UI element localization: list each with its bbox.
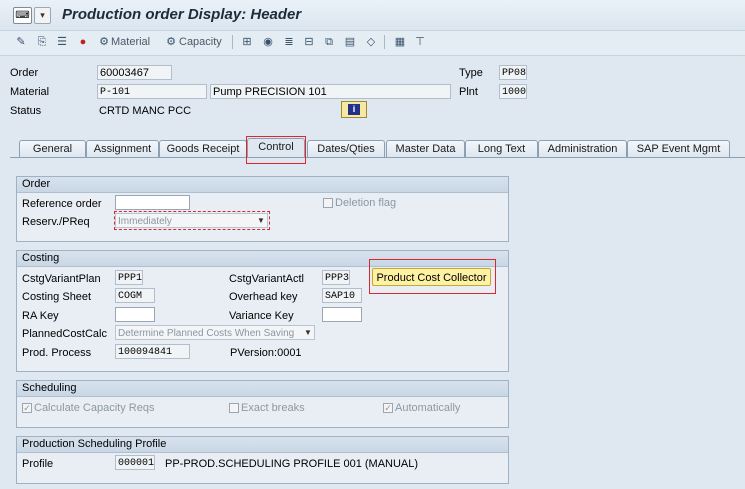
status-value: CRTD MANC PCC <box>99 105 192 117</box>
toolbar-separator <box>232 35 233 49</box>
exact-breaks-label: Exact breaks <box>241 402 305 414</box>
tab-master-data[interactable]: Master Data <box>386 140 465 157</box>
cstg-variant-actl-label: CstgVariantActl <box>229 273 304 285</box>
ra-key-label: RA Key <box>22 310 59 322</box>
automatically-checkbox[interactable]: ✓ <box>383 403 393 413</box>
plant-field[interactable]: 1000 <box>499 84 527 99</box>
materials-icon[interactable]: ⚙ <box>97 35 111 49</box>
type-field[interactable]: PP08 <box>499 65 527 80</box>
type-label: Type <box>459 67 483 79</box>
deletion-flag-checkbox[interactable] <box>323 198 333 208</box>
tab-general[interactable]: General <box>19 140 86 157</box>
scheduling-profile-group-title: Production Scheduling Profile <box>17 437 508 453</box>
planned-cost-calc-label: PlannedCostCalc <box>22 328 107 340</box>
capacity-icon[interactable]: ⚙ <box>164 35 178 49</box>
structure-icon[interactable]: ⊟ <box>302 35 316 49</box>
tab-long-text[interactable]: Long Text <box>465 140 538 157</box>
tab-dates-qties[interactable]: Dates/Qties <box>307 140 385 157</box>
scheduling-group-title: Scheduling <box>17 381 508 397</box>
cstg-variant-plan-label: CstgVariantPlan <box>22 273 101 285</box>
sap-logo-icon[interactable]: ⌨ <box>13 7 32 24</box>
status-info-button[interactable]: i <box>341 101 367 118</box>
capacity-button[interactable]: Capacity <box>179 34 222 50</box>
copy-doc-icon[interactable]: ⧉ <box>322 35 336 49</box>
costing-sheet-label: Costing Sheet <box>22 291 92 303</box>
ra-key-input[interactable] <box>115 307 155 322</box>
overhead-key-field[interactable]: SAP10 <box>322 288 362 303</box>
plant-label: Plnt <box>459 86 478 98</box>
control-tab-highlight <box>246 136 306 164</box>
variance-key-input[interactable] <box>322 307 362 322</box>
reference-order-input[interactable] <box>115 195 190 210</box>
planned-cost-calc-dropdown[interactable]: Determine Planned Costs When Saving <box>115 325 315 340</box>
profile-field[interactable]: 000001 <box>115 455 155 470</box>
tab-goods-receipt[interactable]: Goods Receipt <box>159 140 247 157</box>
profile-label: Profile <box>22 458 54 470</box>
cstg-variant-actl-field[interactable]: PPP3 <box>322 270 350 285</box>
pversion-label: PVersion:0001 <box>230 347 302 359</box>
pcc-highlight <box>369 259 496 294</box>
variance-key-label: Variance Key <box>229 310 294 322</box>
page-title: Production order Display: Header <box>62 6 302 23</box>
automatically-label: Automatically <box>395 402 461 414</box>
profile-description: PP-PROD.SCHEDULING PROFILE 001 (MANUAL) <box>165 458 419 470</box>
order-label: Order <box>10 67 39 79</box>
edit-icon[interactable]: ✎ <box>14 35 28 49</box>
document-icon[interactable]: ▤ <box>343 35 357 49</box>
menu-icon[interactable]: ▾ <box>34 7 51 24</box>
tree-icon[interactable]: ⊤ <box>413 35 427 49</box>
material-description-field[interactable]: Pump PRECISION 101 <box>210 84 451 99</box>
cube-icon[interactable]: ◇ <box>364 35 378 49</box>
list-icon[interactable]: ☰ <box>55 35 69 49</box>
overhead-key-label: Overhead key <box>229 291 298 303</box>
material-field[interactable]: P-101 <box>97 84 207 99</box>
tab-administration[interactable]: Administration <box>538 140 627 157</box>
cstg-variant-plan-field[interactable]: PPP1 <box>115 270 143 285</box>
tab-assignment[interactable]: Assignment <box>86 140 159 157</box>
prod-process-field[interactable]: 100094841 <box>115 344 190 359</box>
order-field[interactable]: 60003467 <box>97 65 172 80</box>
table-icon[interactable]: ▦ <box>393 35 407 49</box>
reserv-preq-highlight <box>114 211 270 230</box>
materials-button[interactable]: Material <box>111 34 150 50</box>
stop-icon[interactable]: ● <box>76 35 90 49</box>
order-group-title: Order <box>17 177 508 193</box>
hierarchy-icon[interactable]: ⊞ <box>240 35 254 49</box>
reserv-preq-label: Reserv./PReq <box>22 216 90 228</box>
costing-sheet-field[interactable]: COGM <box>115 288 155 303</box>
status-label: Status <box>10 105 42 117</box>
deletion-flag-label: Deletion flag <box>335 197 397 209</box>
reference-order-label: Reference order <box>22 198 102 210</box>
components-icon[interactable]: ≣ <box>282 35 296 49</box>
info-icon: i <box>348 104 360 115</box>
tab-sap-event-mgmt[interactable]: SAP Event Mgmt <box>627 140 730 157</box>
copy-icon[interactable]: ⎘ <box>35 35 49 49</box>
exact-breaks-checkbox[interactable] <box>229 403 239 413</box>
cost-icon[interactable]: ◉ <box>261 35 275 49</box>
toolbar-separator <box>384 35 385 49</box>
material-label: Material <box>10 86 50 98</box>
calculate-capacity-label: Calculate Capacity Reqs <box>34 402 155 414</box>
chevron-down-icon[interactable]: ▼ <box>304 328 312 337</box>
prod-process-label: Prod. Process <box>22 347 92 359</box>
calculate-capacity-checkbox[interactable]: ✓ <box>22 403 32 413</box>
